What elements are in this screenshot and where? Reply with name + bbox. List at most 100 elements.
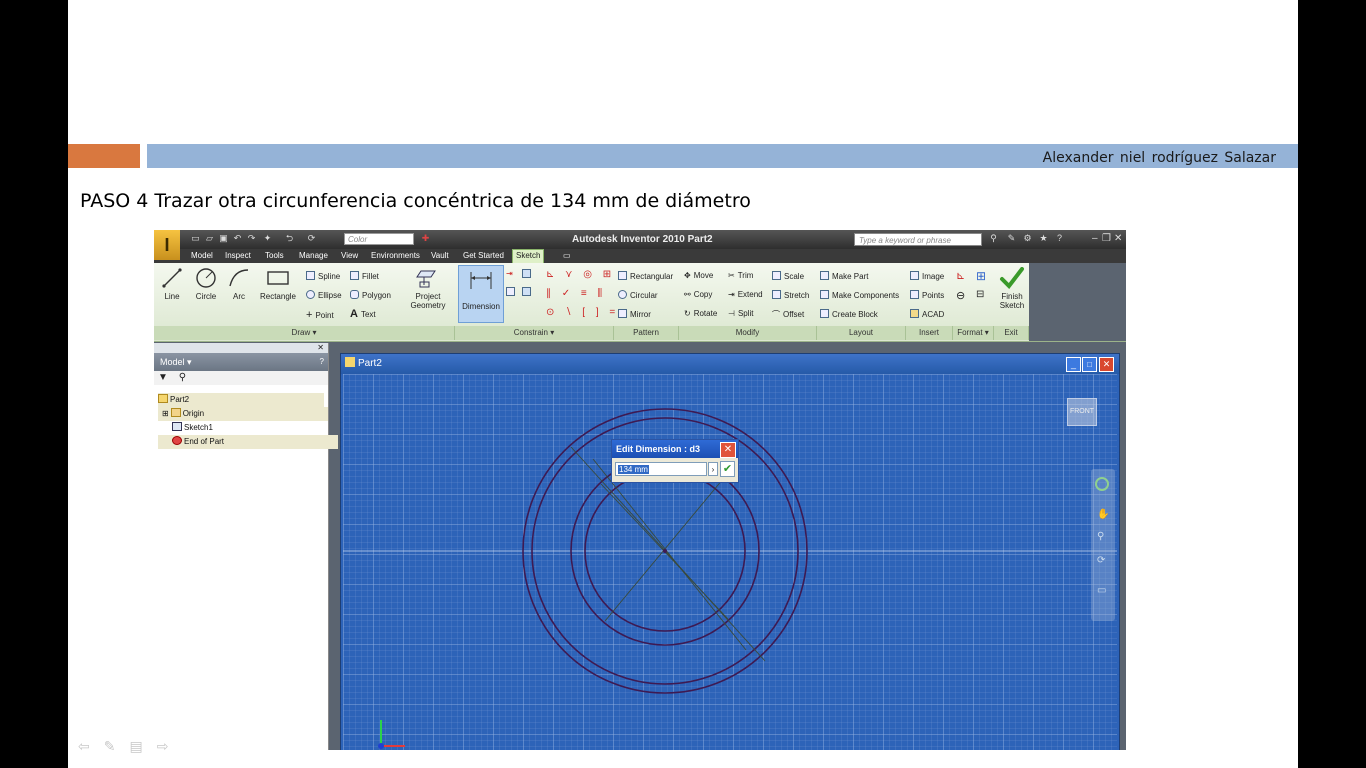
- scale-button[interactable]: Scale: [772, 271, 804, 281]
- mirror-button[interactable]: Mirror: [618, 309, 651, 319]
- fillet-button[interactable]: Fillet: [350, 271, 379, 281]
- arc-button[interactable]: Arc: [226, 267, 252, 301]
- spline-button[interactable]: Spline: [306, 271, 340, 281]
- rectangular-pattern-button[interactable]: Rectangular: [618, 271, 673, 281]
- tab-manage[interactable]: Manage: [296, 250, 331, 262]
- menu-icon[interactable]: ▤: [129, 738, 156, 754]
- dimension-button[interactable]: Dimension: [458, 265, 504, 323]
- extend-button[interactable]: ⇥ Extend: [728, 290, 763, 299]
- binoculars-icon[interactable]: ⚲: [988, 233, 999, 244]
- select-icon[interactable]: ✦: [262, 233, 273, 244]
- subscription-icon[interactable]: ⚙: [1022, 233, 1033, 244]
- open-icon[interactable]: ▱: [204, 233, 215, 244]
- look-at-icon[interactable]: ▭: [1097, 585, 1106, 596]
- appearance-icon[interactable]: ✚: [420, 233, 431, 244]
- doc-close-icon[interactable]: ✕: [1099, 357, 1114, 372]
- polygon-button[interactable]: Polygon: [350, 290, 391, 300]
- constraint-row-2[interactable]: ∥ ✓ ≡ ⫼: [546, 288, 606, 299]
- browser-close-icon[interactable]: ✕: [154, 343, 328, 353]
- ribbon-toggle-icon[interactable]: ▭: [560, 250, 574, 262]
- help-search-input[interactable]: Type a keyword or phrase: [854, 233, 982, 246]
- tab-vault[interactable]: Vault: [428, 250, 452, 262]
- wrench-icon[interactable]: ✎: [1006, 233, 1017, 244]
- stretch-button[interactable]: Stretch: [772, 290, 809, 300]
- pan-icon[interactable]: ✋: [1097, 509, 1109, 520]
- project-geometry-button[interactable]: Project Geometry: [406, 267, 450, 310]
- redo-icon[interactable]: ↷: [246, 233, 257, 244]
- color-dropdown[interactable]: Color: [344, 233, 414, 245]
- tab-tools[interactable]: Tools: [262, 250, 287, 262]
- split-button[interactable]: ⊣ Split: [728, 309, 754, 318]
- move-button[interactable]: ✥ Move: [684, 271, 713, 280]
- tab-model[interactable]: Model: [188, 250, 216, 262]
- save-icon[interactable]: ▣: [218, 233, 229, 244]
- tree-item-sketch1[interactable]: Sketch1: [158, 421, 338, 435]
- tab-view[interactable]: View: [338, 250, 361, 262]
- minimize-icon[interactable]: –: [1092, 233, 1098, 244]
- tree-item-end-of-part[interactable]: End of Part: [158, 435, 338, 449]
- find-icon[interactable]: ⚲: [179, 372, 186, 383]
- copy-button[interactable]: ⚯ Copy: [684, 290, 712, 299]
- constraint-settings-icon[interactable]: [522, 269, 534, 279]
- accept-check-icon[interactable]: ✔: [720, 461, 735, 477]
- pen-icon[interactable]: ✎: [104, 738, 130, 754]
- flyout-arrow-icon[interactable]: ›: [708, 462, 718, 476]
- restore-icon[interactable]: ❐: [1102, 233, 1111, 244]
- image-button[interactable]: Image: [910, 271, 944, 281]
- undo-icon[interactable]: ↶: [232, 233, 243, 244]
- ellipse-button[interactable]: Ellipse: [306, 290, 342, 300]
- constrain-panel-label[interactable]: Constrain ▾: [455, 326, 614, 340]
- construction-icon[interactable]: ⊾: [956, 269, 965, 282]
- close-icon[interactable]: ✕: [1114, 233, 1122, 244]
- tab-sketch[interactable]: Sketch: [512, 249, 545, 263]
- draw-panel-label[interactable]: Draw ▾: [154, 326, 455, 340]
- tab-environments[interactable]: Environments: [368, 250, 423, 262]
- new-icon[interactable]: ▭: [190, 233, 201, 244]
- update-icon[interactable]: ⟳: [306, 233, 317, 244]
- line-button[interactable]: Line: [160, 267, 184, 301]
- next-slide-icon[interactable]: ⇨: [157, 738, 183, 754]
- help-icon[interactable]: ?: [1054, 233, 1065, 244]
- show-constraints-icon[interactable]: [506, 287, 518, 297]
- tab-inspect[interactable]: Inspect: [222, 250, 254, 262]
- finish-sketch-button[interactable]: Finish Sketch: [996, 267, 1028, 310]
- point-button[interactable]: + Point: [306, 309, 334, 321]
- help-icon[interactable]: ?: [320, 353, 324, 371]
- make-components-button[interactable]: Make Components: [820, 290, 899, 300]
- create-block-button[interactable]: Create Block: [820, 309, 878, 319]
- circular-pattern-button[interactable]: Circular: [618, 290, 658, 300]
- driven-dimension-icon[interactable]: ⊟: [976, 289, 984, 300]
- zoom-icon[interactable]: ⚲: [1097, 531, 1104, 542]
- points-button[interactable]: Points: [910, 290, 944, 300]
- filter-icon[interactable]: ▼: [158, 372, 168, 383]
- constraint-row-3[interactable]: ⊙ ∖ [ ] =: [546, 307, 619, 318]
- browser-title[interactable]: Model ▾: [160, 357, 192, 367]
- trim-button[interactable]: ✂ Trim: [728, 271, 753, 280]
- constraint-row-1[interactable]: ⊾ ⋎ ◎ ⊞: [546, 269, 615, 280]
- make-part-button[interactable]: Make Part: [820, 271, 868, 281]
- prev-slide-icon[interactable]: ⇦: [78, 738, 104, 754]
- return-icon[interactable]: ⮌: [284, 233, 295, 244]
- rectangle-button[interactable]: Rectangle: [258, 267, 298, 301]
- acad-button[interactable]: ACAD: [910, 309, 944, 319]
- expand-icon[interactable]: ⊞: [162, 409, 169, 418]
- centerline-icon[interactable]: ⊞: [976, 269, 986, 283]
- steering-wheel-icon[interactable]: [1095, 477, 1109, 491]
- format-panel-label[interactable]: Format ▾: [953, 326, 994, 340]
- tree-item-part2[interactable]: Part2: [158, 393, 324, 407]
- doc-minimize-icon[interactable]: _: [1066, 357, 1081, 372]
- relax-icon[interactable]: [522, 287, 534, 297]
- center-point-icon[interactable]: ⊖: [956, 289, 965, 302]
- dialog-close-icon[interactable]: ✕: [720, 442, 736, 458]
- offset-button[interactable]: ⌒ Offset: [772, 309, 804, 320]
- circle-button[interactable]: Circle: [192, 267, 220, 301]
- dimension-value-input[interactable]: 134 mm: [615, 462, 707, 476]
- orbit-icon[interactable]: ⟳: [1097, 555, 1105, 566]
- text-button[interactable]: A Text: [350, 308, 376, 320]
- rotate-button[interactable]: ↻ Rotate: [684, 309, 717, 318]
- auto-dimension-icon[interactable]: ⇥: [506, 269, 513, 278]
- sketch-canvas[interactable]: FRONT ✋ ⚲ ⟳ ▭ Edit Dimension : d3 ✕ 134 …: [343, 374, 1117, 750]
- tab-get-started[interactable]: Get Started: [460, 250, 507, 262]
- favorites-icon[interactable]: ★: [1038, 233, 1049, 244]
- tree-item-origin[interactable]: ⊞ Origin: [158, 407, 328, 421]
